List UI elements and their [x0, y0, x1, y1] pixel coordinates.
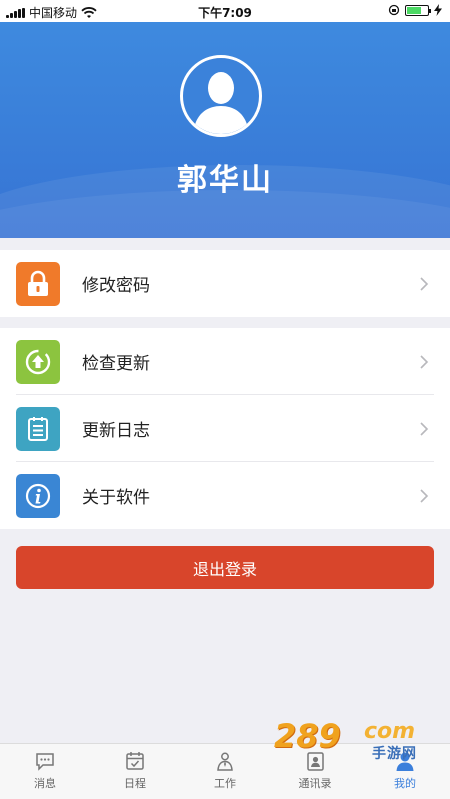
- chevron-right-icon: [420, 489, 429, 503]
- me-icon: [396, 752, 414, 771]
- battery-icon: [405, 4, 431, 16]
- menu-group-app: 检查更新 更新日志 关于软件: [0, 328, 450, 529]
- tab-messages[interactable]: 消息: [0, 744, 90, 799]
- user-name: 郭华山: [177, 163, 273, 198]
- tab-label: 消息: [34, 777, 56, 790]
- tab-bar: 消息 日程 工作 通讯录 我的: [0, 743, 450, 799]
- menu-item-label: 检查更新: [82, 354, 150, 374]
- lock-icon: [16, 262, 60, 306]
- message-icon: [36, 753, 54, 771]
- chevron-right-icon: [420, 277, 429, 291]
- logout-button[interactable]: 退出登录: [16, 546, 434, 589]
- menu-item-label: 更新日志: [82, 421, 150, 441]
- menu-item-label: 修改密码: [82, 276, 150, 296]
- work-icon: [217, 752, 233, 771]
- chevron-right-icon: [420, 422, 429, 436]
- clock: 下午7:09: [198, 6, 252, 20]
- charging-icon: [434, 4, 442, 16]
- orientation-lock-icon: [388, 4, 400, 16]
- menu-group-account: 修改密码: [0, 250, 450, 317]
- user-silhouette-icon: [193, 72, 249, 134]
- tab-me[interactable]: 我的: [360, 744, 450, 799]
- tab-work[interactable]: 工作: [180, 744, 270, 799]
- menu-item-change-password[interactable]: 修改密码: [0, 250, 450, 317]
- menu-item-about[interactable]: 关于软件: [0, 462, 450, 529]
- status-bar: 中国移动 下午7:09: [0, 0, 450, 22]
- tab-contacts[interactable]: 通讯录: [270, 744, 360, 799]
- avatar[interactable]: [180, 55, 262, 137]
- contacts-icon: [307, 752, 324, 771]
- calendar-icon: [126, 752, 144, 770]
- tab-label: 日程: [124, 777, 146, 790]
- chevron-right-icon: [420, 355, 429, 369]
- menu-item-update-log[interactable]: 更新日志: [0, 395, 450, 462]
- menu-item-label: 关于软件: [82, 488, 150, 508]
- tab-label: 我的: [394, 777, 416, 790]
- tab-label: 通讯录: [298, 777, 332, 790]
- menu-item-check-update[interactable]: 检查更新: [0, 328, 450, 395]
- info-icon: [16, 474, 60, 518]
- update-arrow-icon: [16, 340, 60, 384]
- tab-schedule[interactable]: 日程: [90, 744, 180, 799]
- tab-label: 工作: [214, 777, 236, 790]
- log-list-icon: [16, 407, 60, 451]
